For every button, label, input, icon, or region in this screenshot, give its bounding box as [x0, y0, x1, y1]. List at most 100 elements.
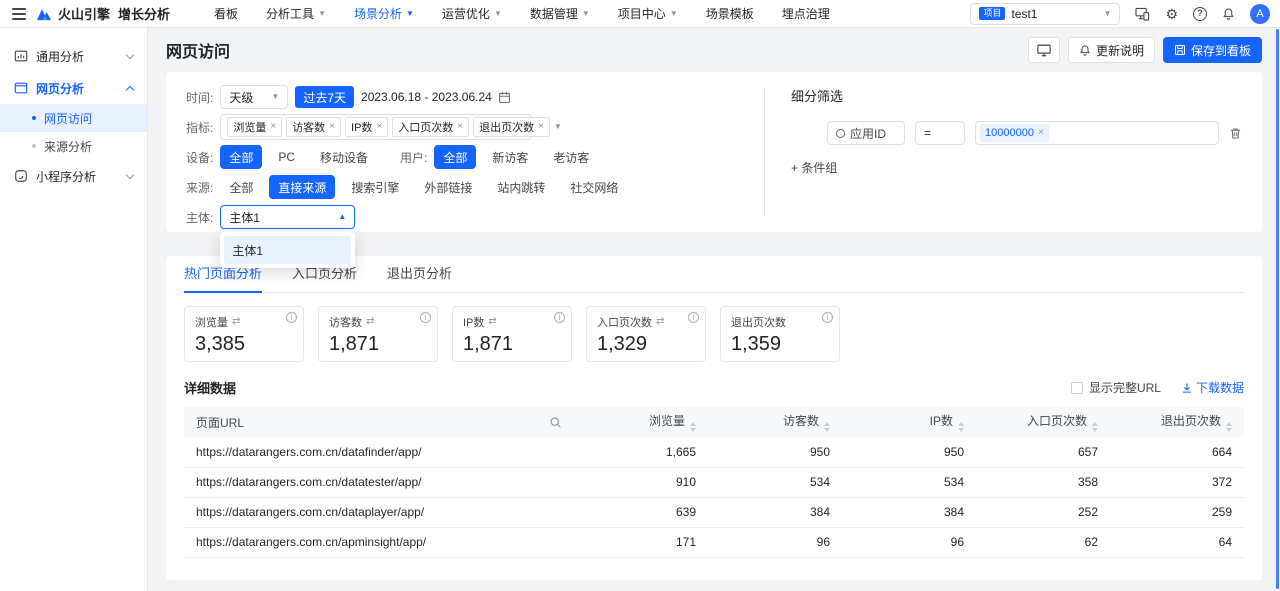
- granularity-select[interactable]: 天级 ▼: [220, 85, 288, 109]
- nav-item-dashboard[interactable]: 看板: [214, 5, 238, 22]
- source-option-internal[interactable]: 站内跳转: [488, 175, 554, 199]
- sort-icon[interactable]: [1092, 422, 1098, 432]
- sort-icon[interactable]: [1226, 422, 1232, 432]
- sort-icon[interactable]: [690, 422, 696, 432]
- device-option-pc[interactable]: PC: [269, 145, 304, 169]
- column-header-url: 页面URL: [196, 414, 244, 431]
- project-selector[interactable]: 项目 test1 ▼: [970, 3, 1120, 25]
- segment-operator-select[interactable]: =: [915, 121, 965, 145]
- source-option-all[interactable]: 全部: [220, 175, 262, 199]
- nav-item-tracking-governance[interactable]: 埋点治理: [782, 5, 830, 22]
- close-icon[interactable]: ×: [1038, 128, 1044, 138]
- info-icon[interactable]: i: [688, 312, 699, 323]
- sidebar-item-source-analysis[interactable]: 来源分析: [0, 132, 147, 160]
- sidebar-item-general-analysis[interactable]: 通用分析: [0, 40, 147, 72]
- segment-condition-row: 应用ID = 10000000 ×: [827, 121, 1242, 145]
- search-icon[interactable]: [549, 416, 562, 429]
- metric-card-entry[interactable]: 入口页次数⇄ i 1,329: [586, 306, 706, 362]
- chevron-down-icon: [126, 51, 134, 59]
- device-option-mobile[interactable]: 移动设备: [311, 145, 377, 169]
- switch-metric-icon[interactable]: ⇄: [232, 317, 240, 327]
- quick-range-chip[interactable]: 过去7天: [295, 86, 354, 108]
- trash-icon[interactable]: [1229, 127, 1242, 140]
- sidebar-item-web-analysis[interactable]: 网页分析: [0, 72, 147, 104]
- close-icon[interactable]: ×: [329, 122, 335, 132]
- add-condition-group-button[interactable]: + 条件组: [791, 159, 837, 176]
- scrollbar[interactable]: [1276, 29, 1279, 589]
- present-button[interactable]: [1028, 37, 1060, 63]
- table-header-row: 页面URL 浏览量 访客数 IP数 入口页次数 退出页次数: [184, 407, 1244, 437]
- column-header-entry: 入口页次数: [1027, 414, 1087, 428]
- date-range-text: 2023.06.18 - 2023.06.24: [361, 90, 492, 104]
- nav-item-project-center[interactable]: 项目中心▼: [618, 5, 678, 22]
- cell-pv: 171: [574, 527, 708, 557]
- subject-option[interactable]: 主体1: [224, 236, 351, 264]
- metrics-select[interactable]: 浏览量× 访客数× IP数× 入口页次数× 退出页次数× ▼: [220, 114, 532, 140]
- info-icon[interactable]: i: [286, 312, 297, 323]
- sort-icon[interactable]: [824, 422, 830, 432]
- segment-field-select[interactable]: 应用ID: [827, 121, 905, 145]
- metric-card-label: 浏览量: [195, 314, 228, 330]
- gear-icon[interactable]: ⚙: [1165, 7, 1178, 21]
- user-option-new[interactable]: 新访客: [483, 145, 537, 169]
- nav-item-operation[interactable]: 运营优化▼: [442, 5, 502, 22]
- menu-icon[interactable]: [12, 8, 26, 20]
- show-full-url-checkbox[interactable]: [1071, 382, 1083, 394]
- column-header-uv: 访客数: [783, 414, 819, 428]
- switch-metric-icon[interactable]: ⇄: [488, 317, 496, 327]
- info-icon[interactable]: i: [554, 312, 565, 323]
- filter-row-device-user: 设备: 全部 PC 移动设备 用户: 全部 新访客 老访客: [186, 144, 764, 170]
- metric-card-exit[interactable]: 退出页次数 i 1,359: [720, 306, 840, 362]
- cell-exit: 259: [1110, 497, 1244, 527]
- metric-card-ip[interactable]: IP数⇄ i 1,871: [452, 306, 572, 362]
- sort-icon[interactable]: [958, 422, 964, 432]
- metric-card-pv[interactable]: 浏览量⇄ i 3,385: [184, 306, 304, 362]
- subject-label: 主体:: [186, 209, 213, 226]
- nav-item-analysis-tools[interactable]: 分析工具▼: [266, 5, 326, 22]
- show-full-url-label: 显示完整URL: [1089, 379, 1161, 396]
- close-icon[interactable]: ×: [376, 122, 382, 132]
- cell-exit: 664: [1110, 437, 1244, 467]
- nav-label: 数据管理: [530, 5, 578, 22]
- table-row[interactable]: https://datarangers.com.cn/dataplayer/ap…: [184, 497, 1244, 527]
- save-to-dashboard-button[interactable]: 保存到看板: [1163, 37, 1262, 63]
- date-range[interactable]: 2023.06.18 - 2023.06.24: [361, 90, 511, 104]
- tab-exit-pages[interactable]: 退出页分析: [387, 263, 452, 292]
- switch-metric-icon[interactable]: ⇄: [656, 317, 664, 327]
- switch-metric-icon[interactable]: ⇄: [366, 317, 374, 327]
- cell-uv: 534: [708, 467, 842, 497]
- download-data-link[interactable]: 下载数据: [1181, 379, 1244, 396]
- user-option-all[interactable]: 全部: [434, 145, 476, 169]
- sidebar-item-miniprogram-analysis[interactable]: 小程序分析: [0, 160, 147, 192]
- close-icon[interactable]: ×: [538, 122, 544, 132]
- device-option-all[interactable]: 全部: [220, 145, 262, 169]
- bell-icon[interactable]: [1222, 7, 1235, 20]
- info-icon[interactable]: i: [420, 312, 431, 323]
- source-option-search[interactable]: 搜索引擎: [342, 175, 408, 199]
- metrics-label: 指标:: [186, 119, 213, 136]
- close-icon[interactable]: ×: [457, 122, 463, 132]
- update-notes-button[interactable]: 更新说明: [1068, 37, 1155, 63]
- nav-item-scene-analysis[interactable]: 场景分析▼: [354, 5, 414, 22]
- segment-value-input[interactable]: 10000000 ×: [975, 121, 1219, 145]
- source-option-social[interactable]: 社交网络: [561, 175, 627, 199]
- table-row[interactable]: https://datarangers.com.cn/apminsight/ap…: [184, 527, 1244, 557]
- nav-item-scene-template[interactable]: 场景模板: [706, 5, 754, 22]
- table-row[interactable]: https://datarangers.com.cn/datatester/ap…: [184, 467, 1244, 497]
- info-icon[interactable]: i: [822, 312, 833, 323]
- source-option-direct[interactable]: 直接来源: [269, 175, 335, 199]
- user-option-returning[interactable]: 老访客: [544, 145, 598, 169]
- table-row[interactable]: https://datarangers.com.cn/datafinder/ap…: [184, 437, 1244, 467]
- close-icon[interactable]: ×: [270, 122, 276, 132]
- help-icon[interactable]: ?: [1193, 7, 1207, 21]
- source-option-external[interactable]: 外部链接: [415, 175, 481, 199]
- nav-item-data-management[interactable]: 数据管理▼: [530, 5, 590, 22]
- cell-url: https://datarangers.com.cn/apminsight/ap…: [184, 527, 574, 557]
- cell-url: https://datarangers.com.cn/dataplayer/ap…: [184, 497, 574, 527]
- sidebar-item-web-visits[interactable]: 网页访问: [0, 104, 147, 132]
- subject-select[interactable]: 主体1 ▲: [220, 205, 355, 229]
- metric-card-uv[interactable]: 访客数⇄ i 1,871: [318, 306, 438, 362]
- device-icon[interactable]: [1135, 7, 1150, 21]
- metric-card-value: 1,359: [731, 333, 829, 356]
- avatar[interactable]: A: [1250, 4, 1270, 24]
